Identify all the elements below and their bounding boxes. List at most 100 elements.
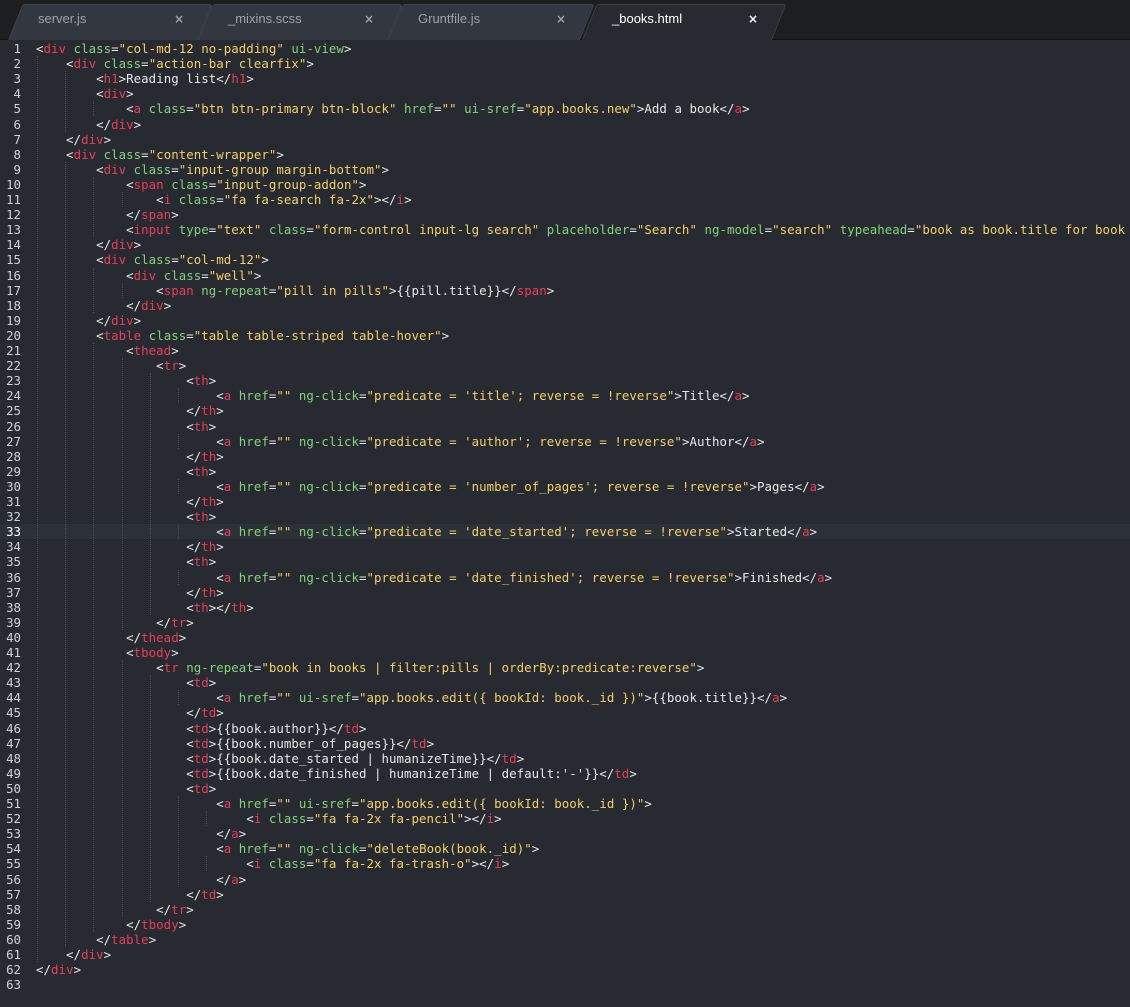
code-line[interactable]: 7 </div> — [0, 132, 1130, 147]
code-line[interactable]: 47 <td>{{book.number_of_pages}}</td> — [0, 736, 1130, 751]
code-line[interactable]: 13 <input type="text" class="form-contro… — [0, 222, 1130, 237]
code-line[interactable]: 23 <th> — [0, 373, 1130, 388]
code-text: </td> — [186, 886, 224, 902]
code-line[interactable]: 20 <table class="table table-striped tab… — [0, 328, 1130, 343]
code-line[interactable]: 3 <h1>Reading list</h1> — [0, 71, 1130, 86]
code-line[interactable]: 4 <div> — [0, 86, 1130, 101]
code-line[interactable]: 26 <th> — [0, 419, 1130, 434]
line-number: 2 — [13, 56, 21, 72]
line-number: 26 — [6, 418, 21, 434]
code-line[interactable]: 31 </th> — [0, 494, 1130, 509]
close-icon[interactable]: × — [556, 5, 566, 33]
code-line[interactable]: 28 </th> — [0, 449, 1130, 464]
code-line[interactable]: 32 <th> — [0, 509, 1130, 524]
code-text: <a href="" ui-sref="app.books.edit({ boo… — [216, 796, 652, 811]
code-line[interactable]: 63 — [0, 977, 1130, 992]
code-line[interactable]: 21 <thead> — [0, 343, 1130, 358]
code-text: <a href="" ng-click="predicate = 'date_f… — [216, 569, 833, 585]
code-line[interactable]: 62 </div> — [0, 962, 1130, 977]
code-line[interactable]: 49 <td>{{book.date_finished | humanizeTi… — [0, 766, 1130, 781]
code-line[interactable]: 61 </div> — [0, 947, 1130, 962]
code-line[interactable]: 51 <a href="" ui-sref="app.books.edit({ … — [0, 796, 1130, 811]
line-number: 59 — [6, 916, 21, 932]
code-line[interactable]: 37 </th> — [0, 585, 1130, 600]
tab-label: _books.html — [612, 11, 683, 26]
code-line[interactable]: 54 <a href="" ng-click="deleteBook(book.… — [0, 841, 1130, 856]
code-line[interactable]: 34 </th> — [0, 539, 1130, 554]
code-line[interactable]: 35 <th> — [0, 554, 1130, 569]
line-number: 9 — [13, 161, 21, 177]
code-line[interactable]: 55 <i class="fa fa-2x fa-trash-o"></i> — [0, 856, 1130, 871]
close-icon[interactable]: × — [748, 5, 758, 33]
code-line[interactable]: 27 <a href="" ng-click="predicate = 'aut… — [0, 434, 1130, 449]
code-line[interactable]: 19 </div> — [0, 313, 1130, 328]
line-number: 60 — [6, 931, 21, 947]
code-line[interactable]: 57 </td> — [0, 887, 1130, 902]
line-number: 11 — [6, 192, 21, 207]
tab-books-html[interactable]: _books.html × — [582, 4, 787, 40]
code-text: <td> — [186, 675, 217, 691]
code-line[interactable]: 58 </tr> — [0, 902, 1130, 917]
code-text: <a href="" ui-sref="app.books.edit({ boo… — [216, 690, 788, 706]
indent-guide — [149, 675, 151, 902]
code-line[interactable]: 40 </thead> — [0, 630, 1130, 645]
line-number: 58 — [6, 901, 21, 917]
code-line[interactable]: 39 </tr> — [0, 615, 1130, 630]
code-line[interactable]: 30 <a href="" ng-click="predicate = 'num… — [0, 479, 1130, 494]
line-number: 40 — [6, 629, 21, 645]
code-line[interactable]: 16 <div class="well"> — [0, 268, 1130, 283]
code-line[interactable]: 45 </td> — [0, 705, 1130, 720]
line-number: 29 — [6, 463, 21, 479]
line-number: 10 — [6, 176, 21, 192]
code-line[interactable]: 2 <div class="action-bar clearfix"> — [0, 56, 1130, 71]
code-line[interactable]: 15 <div class="col-md-12"> — [0, 252, 1130, 267]
code-line[interactable]: 8 <div class="content-wrapper"> — [0, 147, 1130, 162]
code-line[interactable]: 53 </a> — [0, 826, 1130, 841]
code-line[interactable]: 59 </tbody> — [0, 917, 1130, 932]
code-line[interactable]: 38 <th></th> — [0, 600, 1130, 615]
close-icon[interactable]: × — [174, 5, 184, 33]
code-line[interactable]: 60 </table> — [0, 932, 1130, 947]
code-line[interactable]: 24 <a href="" ng-click="predicate = 'tit… — [0, 388, 1130, 403]
code-line[interactable]: 48 <td>{{book.date_started | humanizeTim… — [0, 751, 1130, 766]
code-line[interactable]: 22 <tr> — [0, 358, 1130, 373]
close-icon[interactable]: × — [364, 5, 374, 33]
code-editor[interactable]: 1 <div class="col-md-12 no-padding" ui-vi… — [0, 40, 1130, 1007]
indent-guide — [37, 56, 38, 963]
code-line[interactable]: 10 <span class="input-group-addon"> — [0, 177, 1130, 192]
code-line[interactable]: 50 <td> — [0, 781, 1130, 796]
code-line[interactable]: 1 <div class="col-md-12 no-padding" ui-vi… — [0, 41, 1130, 56]
code-line[interactable]: 17 <span ng-repeat="pill in pills">{{pil… — [0, 283, 1130, 298]
code-line[interactable]: 5 <a class="btn btn-primary btn-block" h… — [0, 101, 1130, 116]
code-line[interactable]: 9 <div class="input-group margin-bottom"… — [0, 162, 1130, 177]
code-line[interactable]: 6 </div> — [0, 117, 1130, 132]
code-line[interactable]: 25 </th> — [0, 403, 1130, 418]
code-text: </div> — [66, 947, 112, 962]
indent-guide — [121, 358, 123, 630]
indent-guide — [121, 660, 123, 917]
code-line[interactable]: 33 <a href="" ng-click="predicate = 'dat… — [0, 524, 1130, 540]
code-line[interactable]: 56 </a> — [0, 872, 1130, 887]
code-text: </th> — [186, 584, 224, 600]
code-line[interactable]: 46 <td>{{book.author}}</td> — [0, 721, 1130, 736]
code-line[interactable]: 52 <i class="fa fa-2x fa-pencil"></i> — [0, 811, 1130, 826]
code-text: </div> — [96, 237, 142, 253]
indent-guide — [121, 192, 123, 208]
code-text: <div class="col-md-12"> — [96, 252, 269, 268]
code-line[interactable]: 42 <tr ng-repeat="book in books | filter… — [0, 660, 1130, 675]
tab-mixins-scss[interactable]: _mixins.scss × — [198, 4, 403, 40]
code-line[interactable]: 14 </div> — [0, 237, 1130, 252]
code-line[interactable]: 18 </div> — [0, 298, 1130, 313]
code-line[interactable]: 12 </span> — [0, 207, 1130, 222]
tab-server-js[interactable]: server.js × — [8, 4, 213, 40]
code-line[interactable]: 41 <tbody> — [0, 645, 1130, 660]
code-line[interactable]: 43 <td> — [0, 675, 1130, 690]
line-number: 47 — [6, 735, 21, 751]
line-number: 8 — [13, 146, 21, 162]
tab-gruntfile-js[interactable]: Gruntfile.js × — [388, 4, 595, 40]
code-line[interactable]: 36 <a href="" ng-click="predicate = 'dat… — [0, 570, 1130, 585]
code-text: <tbody> — [126, 645, 179, 660]
code-line[interactable]: 29 <th> — [0, 464, 1130, 479]
code-line[interactable]: 44 <a href="" ui-sref="app.books.edit({ … — [0, 690, 1130, 705]
code-line[interactable]: 11 <i class="fa fa-search fa-2x"></i> — [0, 192, 1130, 207]
